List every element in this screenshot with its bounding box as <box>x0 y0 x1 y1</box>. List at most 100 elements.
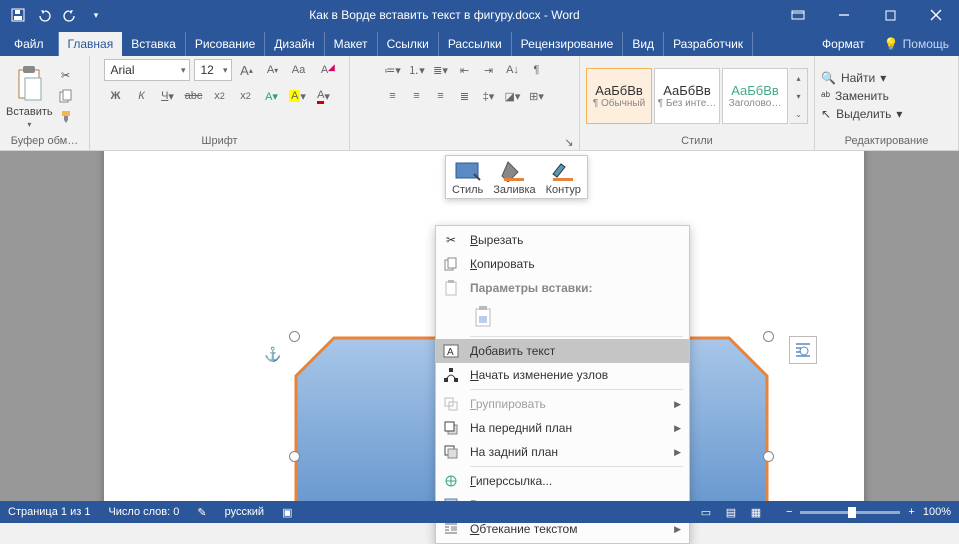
view-web-icon[interactable]: ▦ <box>744 503 768 521</box>
find-button[interactable]: 🔍Найти ▾ <box>821 71 902 85</box>
styles-gallery-scroll[interactable]: ▴▾⌄ <box>790 68 808 124</box>
anchor-icon[interactable]: ⚓ <box>264 346 281 363</box>
linespacing-icon[interactable]: ‡▾ <box>479 85 499 107</box>
formatpainter-icon[interactable] <box>57 108 75 126</box>
numbering-icon[interactable]: ⒈▾ <box>407 59 427 81</box>
paste-dropdown-icon[interactable]: ▾ <box>27 120 31 129</box>
tab-insert[interactable]: Вставка <box>122 32 186 56</box>
strike-icon[interactable]: abc <box>183 85 205 107</box>
tab-layout[interactable]: Макет <box>325 32 378 56</box>
grow-font-icon[interactable]: A▴ <box>236 59 258 81</box>
zoom-value[interactable]: 100% <box>923 506 951 518</box>
replace-button[interactable]: ᵃᵇЗаменить <box>821 89 902 103</box>
group-font-label: Шрифт <box>96 133 343 150</box>
link-icon <box>442 472 460 490</box>
ribbon: Вставить ▾ ✂ Буфер обм… Arial 12 A▴ A▾ A… <box>0 56 959 151</box>
change-case-icon[interactable]: Aa <box>288 59 310 81</box>
group-font: Arial 12 A▴ A▾ Aa A◢ Ж К Ч▾ abc x2 x2 A▾… <box>90 56 350 150</box>
group-clipboard: Вставить ▾ ✂ Буфер обм… <box>0 56 90 150</box>
para-launcher-icon[interactable]: ↘ <box>563 136 575 148</box>
mini-outline[interactable]: Контур <box>546 160 581 196</box>
handle-tl[interactable] <box>289 331 300 342</box>
style-heading[interactable]: АаБбВвЗаголово… <box>722 68 788 124</box>
highlight-icon[interactable]: A▾ <box>287 85 309 107</box>
save-icon[interactable] <box>6 3 30 27</box>
justify-icon[interactable]: ≣ <box>455 85 475 107</box>
paste-option-picture[interactable] <box>470 303 498 331</box>
style-normal[interactable]: АаБбВв¶ Обычный <box>586 68 652 124</box>
tab-draw[interactable]: Рисование <box>186 32 265 56</box>
view-print-icon[interactable]: ▤ <box>719 503 743 521</box>
font-name-combo[interactable]: Arial <box>104 59 190 81</box>
tab-developer[interactable]: Разработчик <box>664 32 753 56</box>
mini-fill[interactable]: Заливка <box>493 160 535 196</box>
select-icon: ↖ <box>821 107 831 121</box>
status-proof-icon[interactable]: ✎ <box>197 506 206 519</box>
ctx-send-back[interactable]: На задний план▶ <box>436 440 689 464</box>
shading-icon[interactable]: ◪▾ <box>503 85 523 107</box>
window-controls <box>775 0 959 30</box>
view-read-icon[interactable]: ▭ <box>694 503 718 521</box>
undo-icon[interactable] <box>32 3 56 27</box>
font-size-combo[interactable]: 12 <box>194 59 232 81</box>
qat-dropdown-icon[interactable]: ▾ <box>84 3 108 27</box>
cut-icon[interactable]: ✂ <box>57 66 75 84</box>
italic-icon[interactable]: К <box>131 85 153 107</box>
tab-format[interactable]: Формат <box>813 32 874 56</box>
indent-icon[interactable]: ⇥ <box>479 59 499 81</box>
zoom-slider[interactable] <box>800 511 900 514</box>
tab-view[interactable]: Вид <box>623 32 664 56</box>
select-button[interactable]: ↖Выделить ▾ <box>821 107 902 121</box>
layout-options-button[interactable] <box>789 336 817 364</box>
align-left-icon[interactable]: ≡ <box>383 85 403 107</box>
borders-icon[interactable]: ⊞▾ <box>527 85 547 107</box>
redo-icon[interactable] <box>58 3 82 27</box>
ctx-edit-points[interactable]: Начать изменение узлов <box>436 363 689 387</box>
ctx-cut[interactable]: ✂Вырезать <box>436 228 689 252</box>
tab-home[interactable]: Главная <box>59 32 123 56</box>
status-page[interactable]: Страница 1 из 1 <box>8 506 90 518</box>
status-macro-icon[interactable]: ▣ <box>282 506 292 519</box>
ctx-add-text[interactable]: AДобавить текст <box>436 339 689 363</box>
back-icon <box>442 443 460 461</box>
superscript-icon[interactable]: x2 <box>235 85 257 107</box>
close-icon[interactable] <box>913 0 959 30</box>
handle-ml[interactable] <box>289 451 300 462</box>
bold-icon[interactable]: Ж <box>105 85 127 107</box>
align-right-icon[interactable]: ≡ <box>431 85 451 107</box>
mini-style[interactable]: Стиль <box>452 160 483 196</box>
status-lang[interactable]: русский <box>225 506 264 518</box>
sort-icon[interactable]: A↓ <box>503 59 523 81</box>
underline-icon[interactable]: Ч▾ <box>157 85 179 107</box>
style-nospace[interactable]: АаБбВв¶ Без инте… <box>654 68 720 124</box>
shrink-font-icon[interactable]: A▾ <box>262 59 284 81</box>
handle-mr[interactable] <box>763 451 774 462</box>
subscript-icon[interactable]: x2 <box>209 85 231 107</box>
font-color-icon[interactable]: A▾ <box>313 85 335 107</box>
tab-design[interactable]: Дизайн <box>265 32 324 56</box>
showmarks-icon[interactable]: ¶ <box>527 59 547 81</box>
maximize-icon[interactable] <box>867 0 913 30</box>
tab-file[interactable]: Файл <box>0 32 59 56</box>
copy-icon[interactable] <box>57 87 75 105</box>
align-center-icon[interactable]: ≡ <box>407 85 427 107</box>
bullets-icon[interactable]: ≔▾ <box>383 59 403 81</box>
zoom-in-icon[interactable]: + <box>908 506 914 518</box>
ctx-copy[interactable]: Копировать <box>436 252 689 276</box>
ctx-bring-front[interactable]: На передний план▶ <box>436 416 689 440</box>
clear-format-icon[interactable]: A◢ <box>314 59 336 81</box>
tellme-search[interactable]: 💡 Помощь <box>874 32 959 56</box>
tab-mail[interactable]: Рассылки <box>439 32 512 56</box>
multilevel-icon[interactable]: ≣▾ <box>431 59 451 81</box>
paste-icon[interactable] <box>11 64 47 104</box>
tab-refs[interactable]: Ссылки <box>378 32 439 56</box>
handle-tr[interactable] <box>763 331 774 342</box>
text-effects-icon[interactable]: A▾ <box>261 85 283 107</box>
minimize-icon[interactable] <box>821 0 867 30</box>
ribbon-options-icon[interactable] <box>775 0 821 30</box>
status-words[interactable]: Число слов: 0 <box>108 506 179 518</box>
zoom-out-icon[interactable]: − <box>786 506 792 518</box>
ctx-hyperlink[interactable]: Гиперссылка... <box>436 469 689 493</box>
outdent-icon[interactable]: ⇤ <box>455 59 475 81</box>
tab-review[interactable]: Рецензирование <box>512 32 624 56</box>
